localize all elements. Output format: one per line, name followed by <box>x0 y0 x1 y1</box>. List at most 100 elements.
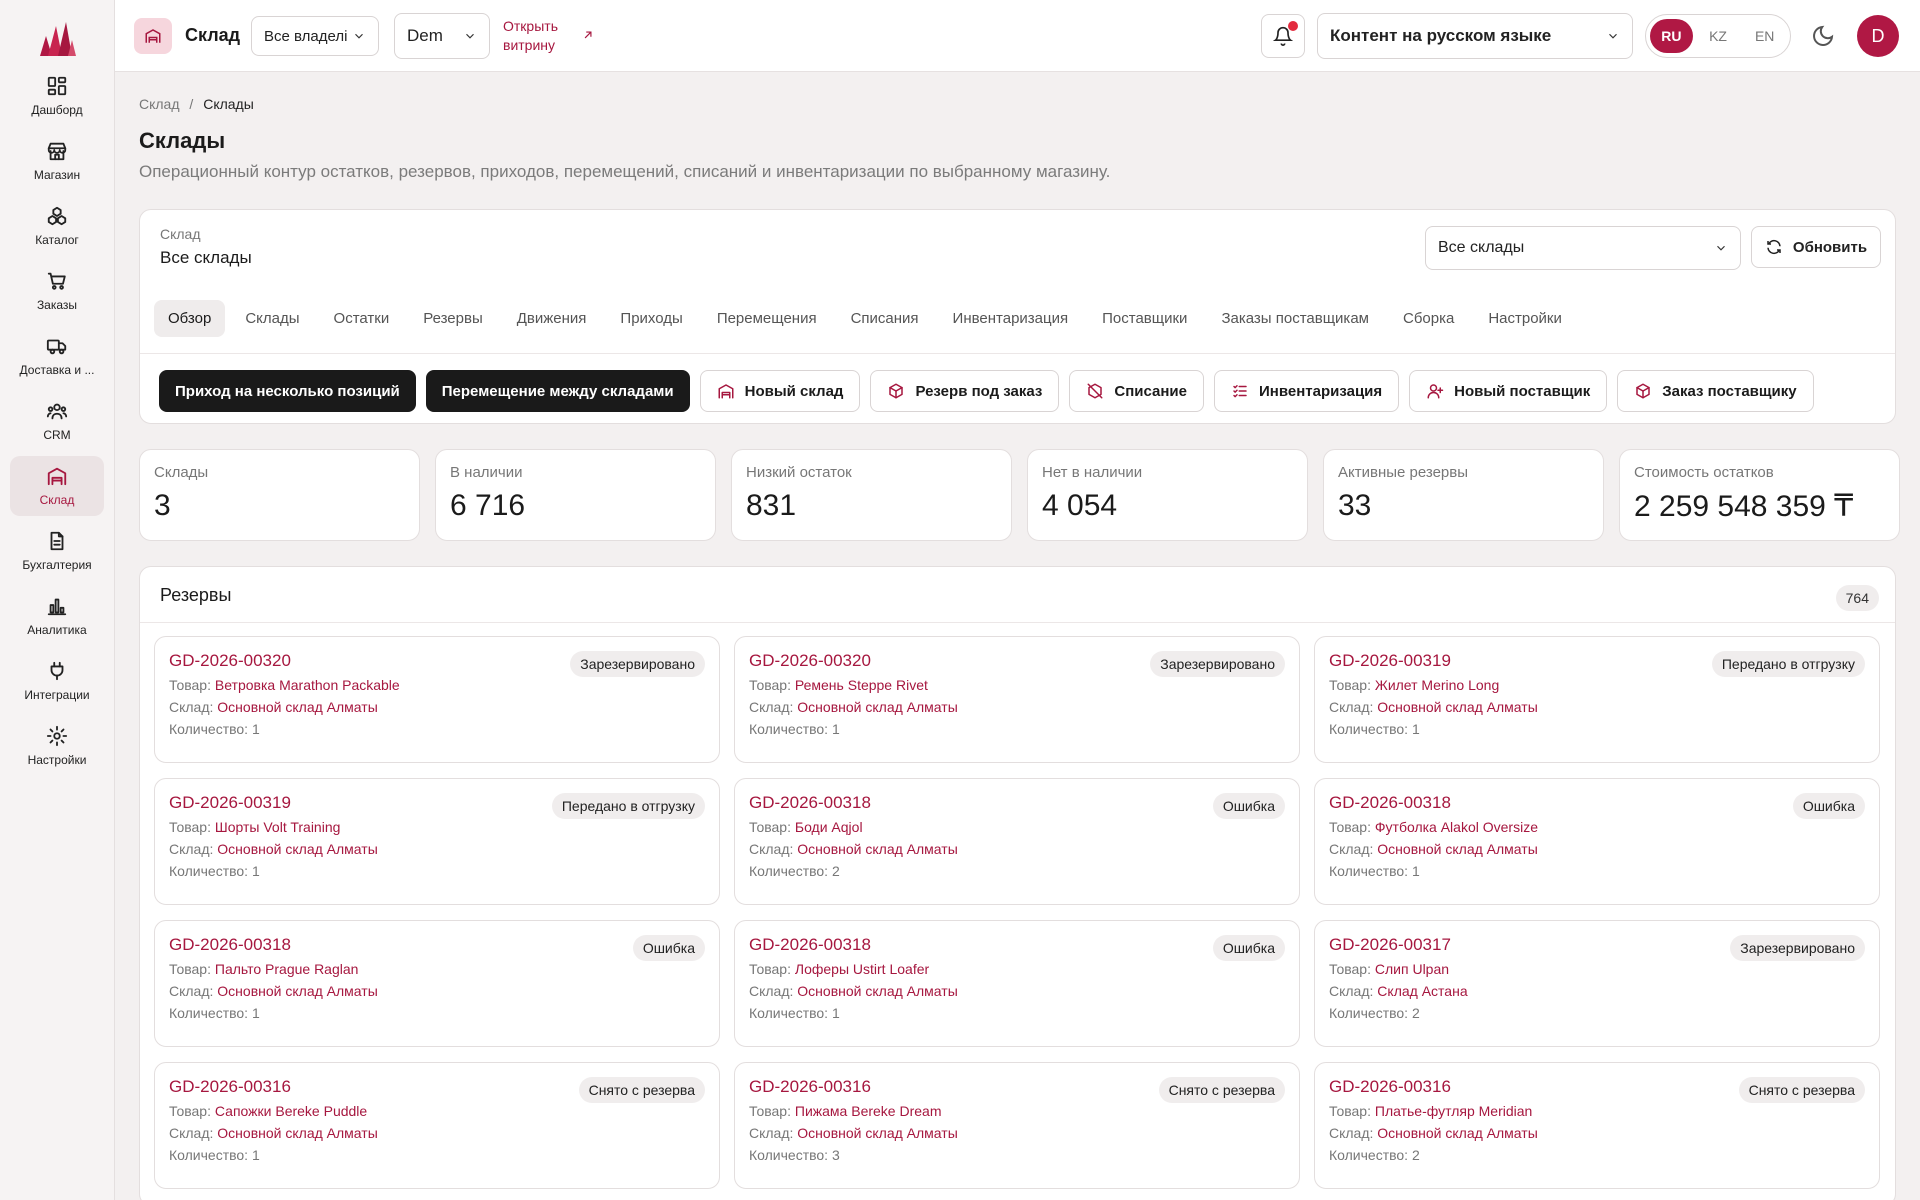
warehouse-prefix: Склад: <box>169 699 214 715</box>
product-link[interactable]: Ремень Steppe Rivet <box>795 677 928 693</box>
product-link[interactable]: Платье-футляр Meridian <box>1375 1103 1532 1119</box>
tab[interactable]: Перемещения <box>703 300 831 337</box>
warehouse-link[interactable]: Основной склад Алматы <box>797 699 957 715</box>
reserves-title: Резервы <box>160 585 232 605</box>
warehouse-link[interactable]: Основной склад Алматы <box>797 983 957 999</box>
sidebar-item[interactable]: CRM <box>10 391 104 451</box>
warehouse-link[interactable]: Основной склад Алматы <box>1377 841 1537 857</box>
reserve-code-link[interactable]: GD-2026-00318 <box>749 793 1285 813</box>
product-link[interactable]: Боди Aqjol <box>795 819 863 835</box>
reserve-product-line: Товар: Сапожки Bereke Puddle <box>169 1103 705 1119</box>
warehouse-link[interactable]: Основной склад Алматы <box>797 841 957 857</box>
sidebar-item[interactable]: Склад <box>10 456 104 516</box>
product-link[interactable]: Шорты Volt Training <box>215 819 341 835</box>
product-link[interactable]: Футболка Alakol Oversize <box>1375 819 1538 835</box>
tab[interactable]: Инвентаризация <box>939 300 1083 337</box>
external-arrow-icon[interactable] <box>581 28 595 42</box>
tab[interactable]: Сборка <box>1389 300 1468 337</box>
action-button[interactable]: Новый склад <box>699 370 861 412</box>
product-prefix: Товар: <box>749 961 791 977</box>
sidebar-item[interactable]: Аналитика <box>10 586 104 646</box>
tab[interactable]: Обзор <box>154 299 226 337</box>
status-badge: Ошибка <box>1792 793 1865 819</box>
tab[interactable]: Движения <box>503 300 601 337</box>
tab[interactable]: Резервы <box>409 300 497 337</box>
content-language-select[interactable]: Контент на русском языке <box>1317 13 1633 59</box>
sidebar-item[interactable]: Бухгалтерия <box>10 521 104 581</box>
lang-en[interactable]: EN <box>1743 19 1786 53</box>
product-prefix: Товар: <box>749 1103 791 1119</box>
product-link[interactable]: Пижама Bereke Dream <box>795 1103 942 1119</box>
warehouse-link[interactable]: Основной склад Алматы <box>797 1125 957 1141</box>
store-select[interactable]: Dem <box>394 13 490 59</box>
reserve-code-link[interactable]: GD-2026-00318 <box>1329 793 1865 813</box>
reserve-card[interactable]: GD-2026-00320 Зарезервировано Товар: Ремен… <box>734 636 1300 763</box>
notifications-button[interactable] <box>1261 14 1305 58</box>
sidebar-item[interactable]: Настройки <box>10 716 104 776</box>
action-button[interactable]: Новый поставщик <box>1409 370 1608 412</box>
tab[interactable]: Поставщики <box>1088 300 1201 337</box>
sidebar-item[interactable]: Каталог <box>10 196 104 256</box>
sidebar-item[interactable]: Интеграции <box>10 651 104 711</box>
reserve-card[interactable]: GD-2026-00320 Зарезервировано Товар: Ветро… <box>154 636 720 763</box>
action-button[interactable]: Списание <box>1069 370 1204 412</box>
moon-icon[interactable] <box>1811 24 1835 48</box>
action-button[interactable]: Резерв под заказ <box>870 370 1060 412</box>
reserve-card[interactable]: GD-2026-00317 Зарезервировано Товар: Слип … <box>1314 920 1880 1047</box>
lang-kz[interactable]: KZ <box>1697 19 1740 53</box>
product-link[interactable]: Лоферы Ustirt Loafer <box>795 961 929 977</box>
tab[interactable]: Заказы поставщикам <box>1207 300 1383 337</box>
tab[interactable]: Списания <box>837 300 933 337</box>
status-badge: Ошибка <box>1212 793 1285 819</box>
open-storefront-link[interactable]: Открыть витрину <box>503 17 575 55</box>
owner-select[interactable]: Все владелі <box>251 16 379 56</box>
reserve-code-link[interactable]: GD-2026-00318 <box>749 935 1285 955</box>
warehouse-select[interactable]: Все склады <box>1425 226 1741 270</box>
product-link[interactable]: Сапожки Bereke Puddle <box>215 1103 367 1119</box>
sidebar-item[interactable]: Заказы <box>10 261 104 321</box>
product-link[interactable]: Пальто Prague Raglan <box>215 961 359 977</box>
reserves-grid: GD-2026-00320 Зарезервировано Товар: Ветро… <box>154 636 1880 1189</box>
warehouse-link[interactable]: Склад Астана <box>1377 983 1467 999</box>
warehouse-link[interactable]: Основной склад Алматы <box>217 841 377 857</box>
warehouse-prefix: Склад: <box>749 699 794 715</box>
warehouse-link[interactable]: Основной склад Алматы <box>1377 699 1537 715</box>
users-icon <box>46 403 68 420</box>
reserve-card[interactable]: GD-2026-00318 Ошибка Товар: Пальто Prague … <box>154 920 720 1047</box>
action-button[interactable]: Инвентаризация <box>1214 370 1400 412</box>
qty-value: 1 <box>1411 721 1420 737</box>
reserve-card[interactable]: GD-2026-00319 Передано в отгрузку Товар: Ж… <box>1314 636 1880 763</box>
tab[interactable]: Остатки <box>320 300 404 337</box>
reserve-card[interactable]: GD-2026-00316 Снято с резерва Товар: Плать… <box>1314 1062 1880 1189</box>
sidebar-item[interactable]: Доставка и ... <box>10 326 104 386</box>
tab[interactable]: Настройки <box>1474 300 1576 337</box>
action-button[interactable]: Приход на несколько позиций <box>159 370 416 412</box>
reserve-card[interactable]: GD-2026-00318 Ошибка Товар: Боди Aqjol Скла… <box>734 778 1300 905</box>
user-avatar[interactable]: D <box>1857 15 1899 57</box>
stat-value: 831 <box>746 489 797 522</box>
product-link[interactable]: Жилет Merino Long <box>1375 677 1499 693</box>
gear-icon <box>46 725 68 747</box>
warehouse-link[interactable]: Основной склад Алматы <box>217 699 377 715</box>
warehouse-link[interactable]: Основной склад Алматы <box>1377 1125 1537 1141</box>
sidebar-item[interactable]: Дашборд <box>10 66 104 126</box>
brand-logo[interactable] <box>38 18 78 58</box>
reserve-card[interactable]: GD-2026-00318 Ошибка Товар: Лоферы Ustirt … <box>734 920 1300 1047</box>
product-link[interactable]: Ветровка Marathon Packable <box>215 677 400 693</box>
reserve-card[interactable]: GD-2026-00319 Передано в отгрузку Товар: Ш… <box>154 778 720 905</box>
product-link[interactable]: Слип Ulpan <box>1375 961 1449 977</box>
breadcrumb-parent[interactable]: Склад <box>139 96 180 112</box>
warehouse-link[interactable]: Основной склад Алматы <box>217 1125 377 1141</box>
refresh-button[interactable]: Обновить <box>1751 226 1881 268</box>
warehouse-link[interactable]: Основной склад Алматы <box>217 983 377 999</box>
lang-ru[interactable]: RU <box>1650 19 1693 53</box>
reserve-card[interactable]: GD-2026-00316 Снято с резерва Товар: Пижам… <box>734 1062 1300 1189</box>
action-button[interactable]: Заказ поставщику <box>1617 370 1814 412</box>
reserve-code-link[interactable]: GD-2026-00318 <box>169 935 705 955</box>
action-button[interactable]: Перемещение между складами <box>425 370 690 412</box>
tab[interactable]: Приходы <box>606 300 696 337</box>
sidebar-item[interactable]: Магазин <box>10 131 104 191</box>
tab[interactable]: Склады <box>231 300 313 337</box>
reserve-card[interactable]: GD-2026-00318 Ошибка Товар: Футболка Alako… <box>1314 778 1880 905</box>
reserve-card[interactable]: GD-2026-00316 Снято с резерва Товар: Сапож… <box>154 1062 720 1189</box>
